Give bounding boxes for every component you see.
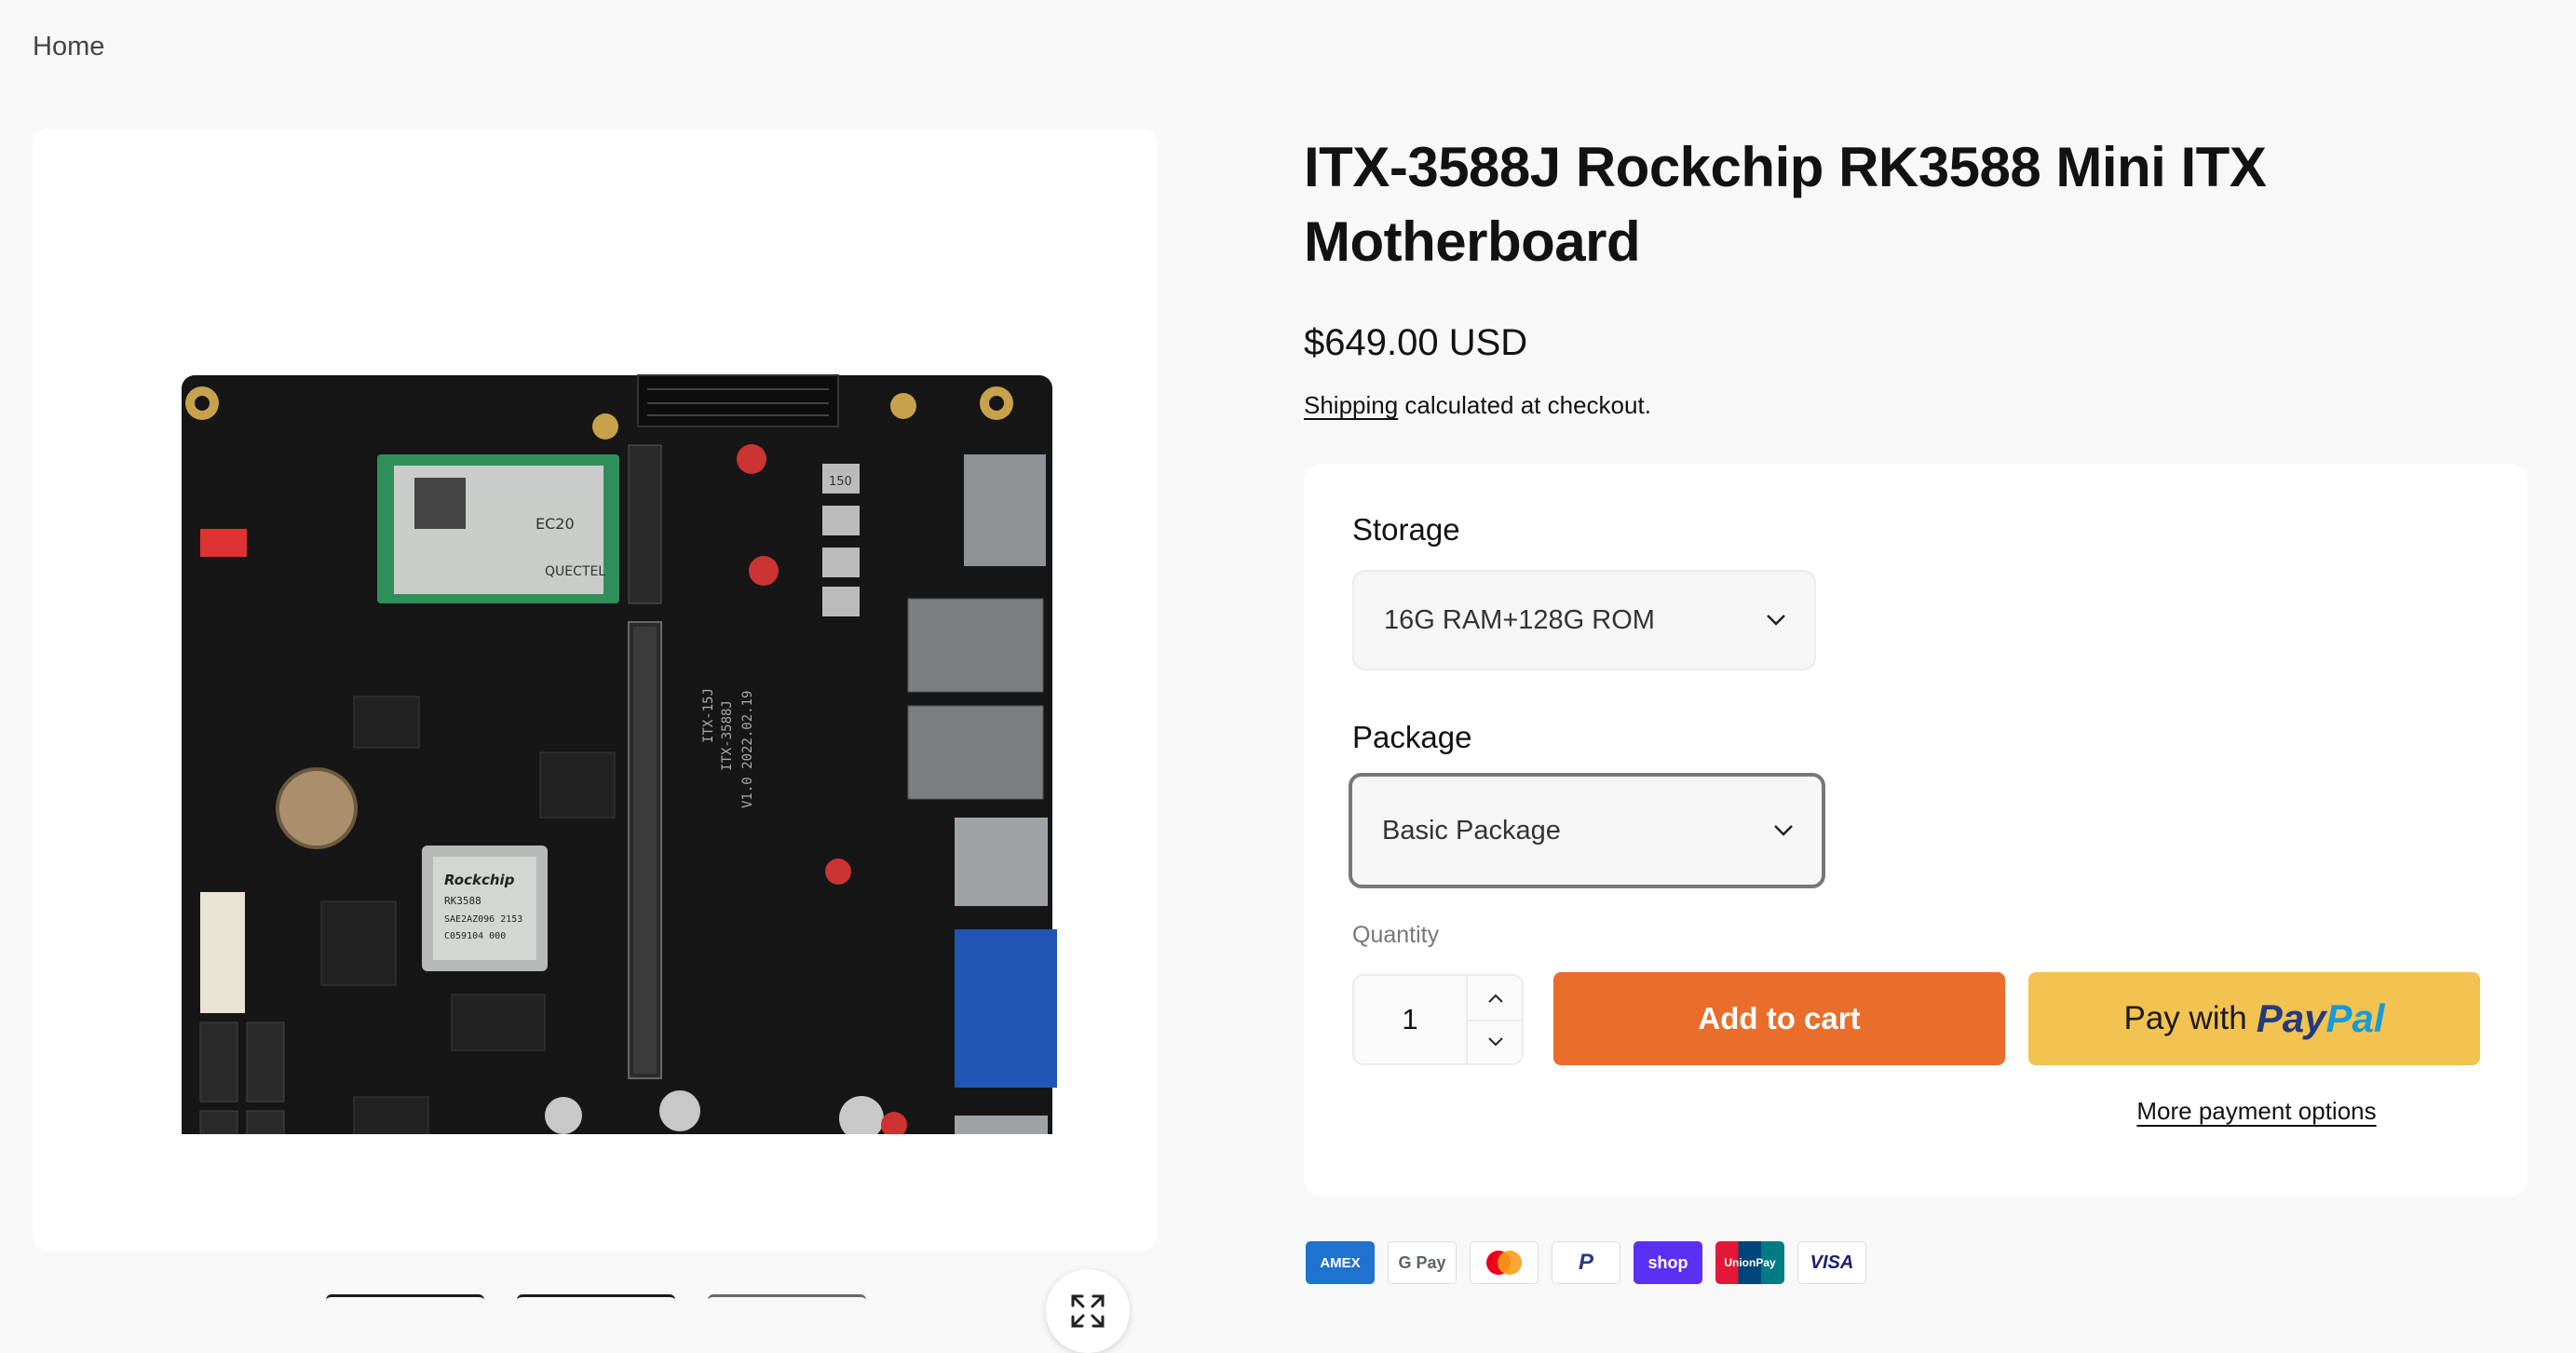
storage-select[interactable]: 16G RAM+128G ROM <box>1352 570 1816 670</box>
chevron-down-icon <box>1767 615 1785 626</box>
thumbnail-3[interactable] <box>708 1294 866 1303</box>
ethernet-port-1 <box>907 598 1044 693</box>
package-value: Basic Package <box>1382 815 1561 846</box>
zoom-button[interactable] <box>1046 1269 1130 1353</box>
paypal-prefix: Pay with <box>2123 1000 2247 1036</box>
quantity-stepper: 1 <box>1352 974 1524 1065</box>
breadcrumb-home-link[interactable]: Home <box>33 32 104 61</box>
cmos-battery <box>276 767 358 849</box>
product-title: ITX-3588J Rockchip RK3588 Mini ITX Mothe… <box>1304 136 2267 273</box>
ethernet-port-2 <box>907 705 1044 800</box>
svg-text:QUECTEL: QUECTEL <box>545 564 605 579</box>
add-to-cart-button[interactable]: Add to cart <box>1553 972 2005 1065</box>
pcie-slot <box>637 374 839 427</box>
visa-icon: VISA <box>1797 1241 1866 1284</box>
svg-text:C059104 000: C059104 000 <box>444 931 506 941</box>
thumbnail-2[interactable] <box>517 1294 675 1303</box>
svg-text:EC20: EC20 <box>536 515 575 533</box>
chevron-down-icon <box>1488 1036 1503 1046</box>
amex-icon: AMEX <box>1306 1241 1375 1284</box>
quantity-label: Quantity <box>1352 922 1440 948</box>
shipping-note: Shipping calculated at checkout. <box>1304 391 1651 420</box>
chevron-down-icon <box>1774 825 1793 836</box>
svg-text:RK3588: RK3588 <box>444 895 481 907</box>
expand-icon <box>1071 1294 1105 1328</box>
shop-pay-icon: shop <box>1634 1241 1702 1284</box>
shipping-link[interactable]: Shipping <box>1304 391 1398 419</box>
chevron-up-icon <box>1488 994 1503 1003</box>
product-info: ITX-3588J Rockchip RK3588 Mini ITX Mothe… <box>1304 130 2533 419</box>
motherboard-illustration: EC20 QUECTEL Rockchip RK3588 SAE2AZ096 2… <box>182 374 1057 1241</box>
hdmi-port <box>955 818 1048 906</box>
paypal-button[interactable]: Pay with PayPal <box>2028 972 2480 1065</box>
paypal-logo: PayPal <box>2256 996 2385 1040</box>
google-pay-icon: G Pay <box>1388 1241 1457 1284</box>
svg-text:ITX-15J: ITX-15J <box>701 688 716 743</box>
purchase-card: Storage 16G RAM+128G ROM Package Basic P… <box>1304 464 2528 1196</box>
unionpay-icon: UnionPay <box>1715 1241 1784 1284</box>
product-gallery: EC20 QUECTEL Rockchip RK3588 SAE2AZ096 2… <box>33 129 1157 1353</box>
svg-text:Rockchip: Rockchip <box>444 872 515 888</box>
product-image[interactable]: EC20 QUECTEL Rockchip RK3588 SAE2AZ096 2… <box>144 250 1076 1241</box>
quantity-increase-button[interactable] <box>1468 976 1524 1022</box>
quantity-decrease-button[interactable] <box>1468 1020 1524 1063</box>
storage-value: 16G RAM+128G ROM <box>1384 604 1655 635</box>
svg-text:SAE2AZ096 2153: SAE2AZ096 2153 <box>444 914 522 925</box>
package-label: Package <box>1352 720 1472 754</box>
gallery-thumbnails <box>326 1294 885 1300</box>
svg-text:V1.0 2022.02.19: V1.0 2022.02.19 <box>740 691 755 808</box>
payment-icons: AMEX G Pay P shop UnionPay VISA <box>1306 1241 1866 1284</box>
quantity-arrows <box>1466 976 1524 1063</box>
thumbnail-1[interactable] <box>326 1294 484 1303</box>
storage-label: Storage <box>1352 512 1460 547</box>
quantity-input[interactable]: 1 <box>1354 976 1466 1063</box>
vga-port <box>955 929 1057 1088</box>
mastercard-icon <box>1470 1241 1539 1284</box>
product-price: $649.00 USD <box>1304 322 1528 363</box>
breadcrumb: Home <box>33 32 104 62</box>
more-payment-options-link[interactable]: More payment options <box>2126 1097 2387 1126</box>
paypal-icon: P <box>1552 1241 1620 1284</box>
power-connector <box>200 892 245 1013</box>
shipping-suffix: calculated at checkout. <box>1398 391 1651 419</box>
svg-text:ITX-3588J: ITX-3588J <box>720 700 735 771</box>
package-select[interactable]: Basic Package <box>1349 773 1825 888</box>
usb-port <box>964 454 1046 566</box>
svg-text:150: 150 <box>829 475 852 489</box>
